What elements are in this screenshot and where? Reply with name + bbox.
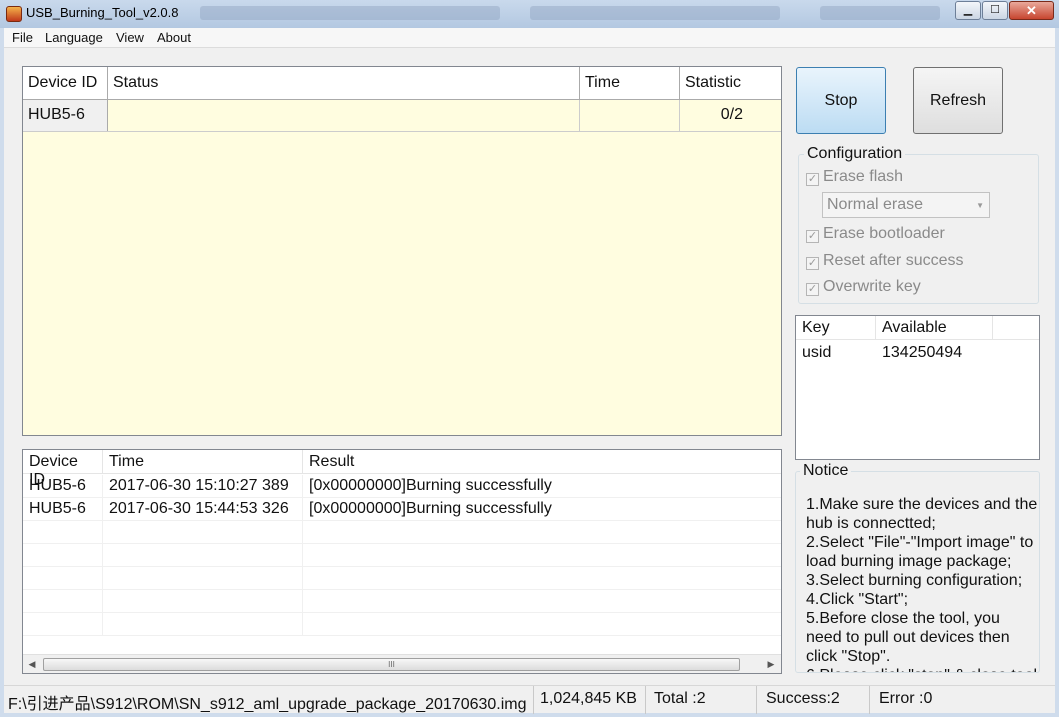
key-table-header: Key Available <box>796 316 1039 340</box>
maximize-button[interactable]: ☐ <box>982 1 1008 20</box>
check-icon: ✓ <box>806 283 819 296</box>
image-path: F:\引进产品\S912\ROM\SN_s912_aml_upgrade_pac… <box>4 686 534 714</box>
column-header-available[interactable]: Available <box>876 316 993 340</box>
menu-language[interactable]: Language <box>45 30 103 45</box>
empty-row <box>23 590 781 613</box>
notice-group: 1.Make sure the devices and the hub is c… <box>795 471 1040 673</box>
erase-bootloader-label: Erase bootloader <box>823 225 945 242</box>
result-time: 2017-06-30 15:10:27 389 <box>103 475 303 498</box>
menu-about[interactable]: About <box>157 30 191 45</box>
erase-mode-value: Normal erase <box>827 196 924 213</box>
device-statistic-cell: 0/2 <box>720 106 743 123</box>
erase-flash-label: Erase flash <box>823 168 904 185</box>
empty-row <box>23 567 781 590</box>
result-device-id: HUB5-6 <box>23 475 103 498</box>
result-row[interactable]: HUB5-6 2017-06-30 15:10:27 389 [0x000000… <box>23 475 781 498</box>
total-count: Total :2 <box>650 686 757 714</box>
empty-row <box>23 521 781 544</box>
result-message: [0x00000000]Burning successfully <box>309 477 552 494</box>
column-header-time[interactable]: Time <box>580 67 680 100</box>
title-bar-background-blur <box>820 6 940 20</box>
erase-flash-checkbox[interactable]: ✓ Erase flash <box>806 168 903 186</box>
result-table[interactable]: Device ID Time Result HUB5-6 2017-06-30 … <box>22 449 782 674</box>
device-id-cell: HUB5-6 <box>23 100 108 131</box>
notice-text: 1.Make sure the devices and the hub is c… <box>806 496 1038 672</box>
key-available-cell: 134250494 <box>882 344 963 361</box>
device-row[interactable]: HUB5-6 0/2 <box>23 100 781 132</box>
scroll-left-icon[interactable]: ◀ <box>25 657 39 671</box>
notice-title: Notice <box>800 462 852 480</box>
empty-row <box>23 544 781 567</box>
device-table-header: Device ID Status Time Statistic <box>23 67 781 100</box>
title-bar-background-blur <box>530 6 780 20</box>
check-icon: ✓ <box>806 257 819 270</box>
column-header-status[interactable]: Status <box>108 67 580 100</box>
device-table[interactable]: Device ID Status Time Statistic HUB5-6 0… <box>22 66 782 436</box>
window-title: USB_Burning_Tool_v2.0.8 <box>26 5 179 20</box>
reset-after-success-checkbox[interactable]: ✓ Reset after success <box>806 252 964 270</box>
app-icon <box>6 6 22 22</box>
result-table-header: Device ID Time Result <box>23 450 781 488</box>
refresh-button[interactable]: Refresh <box>913 67 1003 134</box>
dropdown-arrow-icon: ▼ <box>976 201 984 210</box>
key-name-cell: usid <box>802 344 832 361</box>
configuration-title: Configuration <box>804 145 906 163</box>
main-window: File Language View About Device ID Statu… <box>4 28 1055 714</box>
close-button[interactable]: ✕ <box>1009 1 1054 20</box>
status-bar: F:\引进产品\S912\ROM\SN_s912_aml_upgrade_pac… <box>4 685 1055 714</box>
overwrite-key-label: Overwrite key <box>823 278 921 295</box>
result-time: 2017-06-30 15:44:53 326 <box>103 498 303 521</box>
column-header-time[interactable]: Time <box>103 450 303 474</box>
erase-mode-select[interactable]: Normal erase ▼ <box>822 192 990 218</box>
column-header-device-id[interactable]: Device ID <box>23 450 103 488</box>
column-header-result[interactable]: Result <box>303 450 781 474</box>
reset-after-success-label: Reset after success <box>823 252 964 269</box>
scroll-thumb[interactable]: III <box>43 658 740 671</box>
success-count: Success:2 <box>762 686 870 714</box>
key-table[interactable]: Key Available usid 134250494 <box>795 315 1040 460</box>
overwrite-key-checkbox[interactable]: ✓ Overwrite key <box>806 278 921 296</box>
empty-row <box>23 613 781 636</box>
menu-bar: File Language View About <box>4 28 1055 48</box>
scroll-right-icon[interactable]: ▶ <box>764 657 778 671</box>
minimize-button[interactable]: ▁ <box>955 1 981 20</box>
horizontal-scrollbar[interactable]: ◀ III ▶ <box>23 654 781 673</box>
check-icon: ✓ <box>806 230 819 243</box>
check-icon: ✓ <box>806 173 819 186</box>
image-size: 1,024,845 KB <box>536 686 646 714</box>
device-status-cell <box>108 100 580 131</box>
menu-view[interactable]: View <box>116 30 144 45</box>
stop-button[interactable]: Stop <box>796 67 886 134</box>
result-device-id: HUB5-6 <box>23 498 103 521</box>
title-bar: USB_Burning_Tool_v2.0.8 ▁ ☐ ✕ <box>0 0 1059 28</box>
device-time-cell <box>580 100 680 131</box>
title-bar-background-blur <box>200 6 500 20</box>
menu-file[interactable]: File <box>12 30 33 45</box>
result-row[interactable]: HUB5-6 2017-06-30 15:44:53 326 [0x000000… <box>23 498 781 521</box>
result-message: [0x00000000]Burning successfully <box>309 500 552 517</box>
column-header-device-id[interactable]: Device ID <box>23 67 108 100</box>
erase-bootloader-checkbox[interactable]: ✓ Erase bootloader <box>806 225 945 243</box>
column-header-key[interactable]: Key <box>796 316 876 340</box>
column-header-statistic[interactable]: Statistic <box>680 67 781 100</box>
error-count: Error :0 <box>879 690 933 707</box>
